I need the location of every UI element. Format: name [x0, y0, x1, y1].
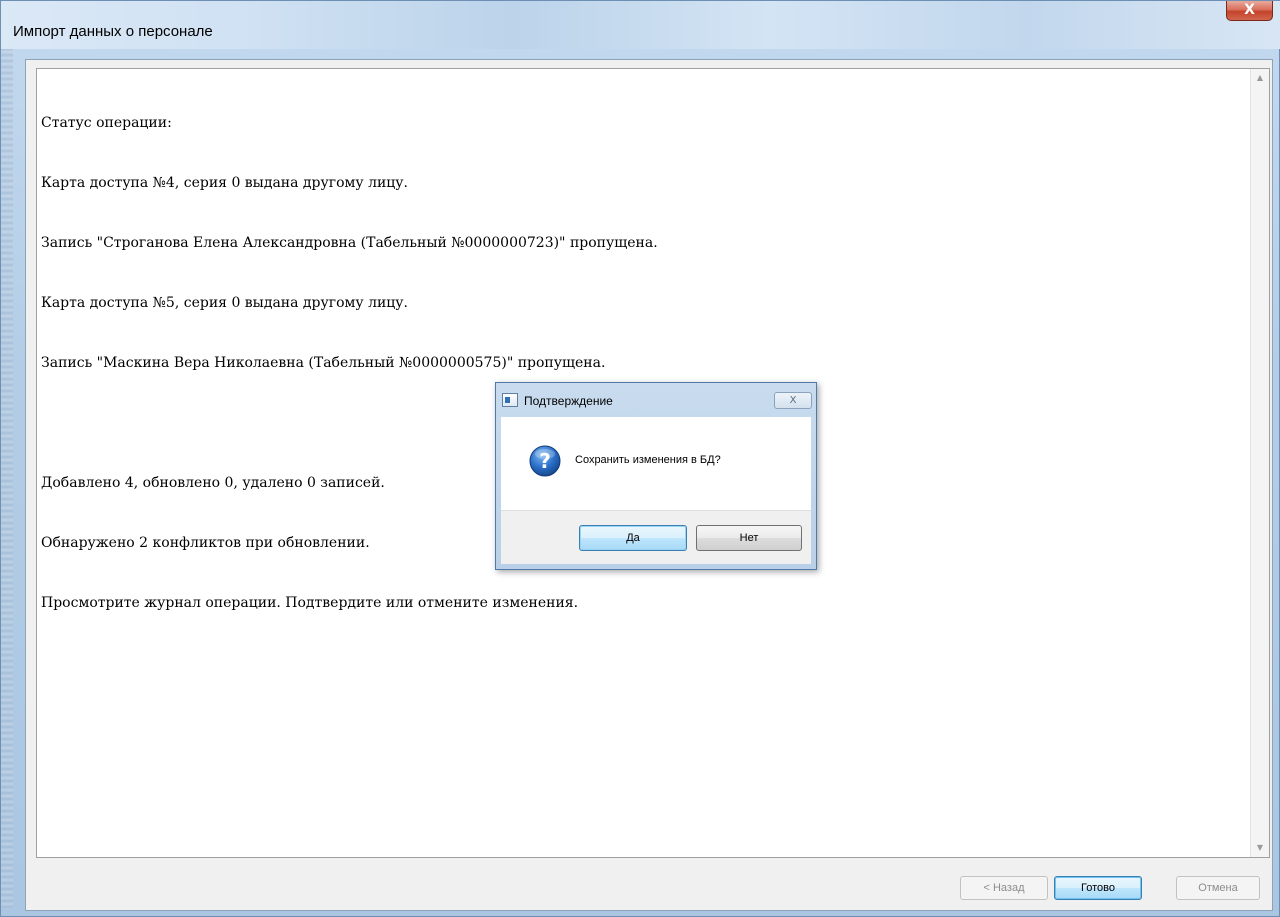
window-title: Импорт данных о персонале	[13, 23, 213, 40]
log-line: Просмотрите журнал операции. Подтвердите…	[41, 595, 579, 611]
window-edge	[1, 49, 13, 909]
wizard-button-bar: < Назад Готово Отмена	[26, 868, 1274, 908]
log-line: Карта доступа №4, серия 0 выдана другому…	[41, 175, 408, 191]
scroll-down-arrow-icon[interactable]: ▼	[1251, 839, 1269, 857]
title-bar[interactable]: Импорт данных о персонале X	[1, 1, 1280, 49]
dialog-button-bar: Да Нет	[501, 510, 811, 564]
dialog-message: Сохранить изменения в БД?	[575, 454, 721, 466]
vertical-scrollbar[interactable]: ▲ ▼	[1250, 69, 1269, 857]
no-button[interactable]: Нет	[696, 525, 802, 551]
dialog-title: Подтверждение	[524, 394, 613, 408]
dialog-close-button[interactable]: X	[774, 392, 812, 409]
question-icon: ?	[529, 445, 561, 477]
log-line: Запись "Маскина Вера Николаевна (Табельн…	[41, 355, 606, 371]
yes-button[interactable]: Да	[579, 525, 687, 551]
window-close-button[interactable]: X	[1226, 1, 1273, 21]
app-icon	[502, 393, 518, 407]
confirmation-dialog: Подтверждение X ? Сохранить изменения в …	[495, 382, 817, 570]
log-line: Запись "Строганова Елена Александровна (…	[41, 235, 658, 251]
dialog-title-bar[interactable]: Подтверждение X	[502, 389, 812, 413]
dialog-body: ? Сохранить изменения в БД?	[501, 417, 811, 510]
log-line: Карта доступа №5, серия 0 выдана другому…	[41, 295, 408, 311]
scroll-up-arrow-icon[interactable]: ▲	[1251, 69, 1269, 87]
done-button[interactable]: Готово	[1054, 876, 1142, 900]
log-line: Статус операции:	[41, 115, 172, 131]
svg-text:?: ?	[539, 449, 551, 473]
cancel-button[interactable]: Отмена	[1176, 876, 1260, 900]
back-button[interactable]: < Назад	[960, 876, 1048, 900]
